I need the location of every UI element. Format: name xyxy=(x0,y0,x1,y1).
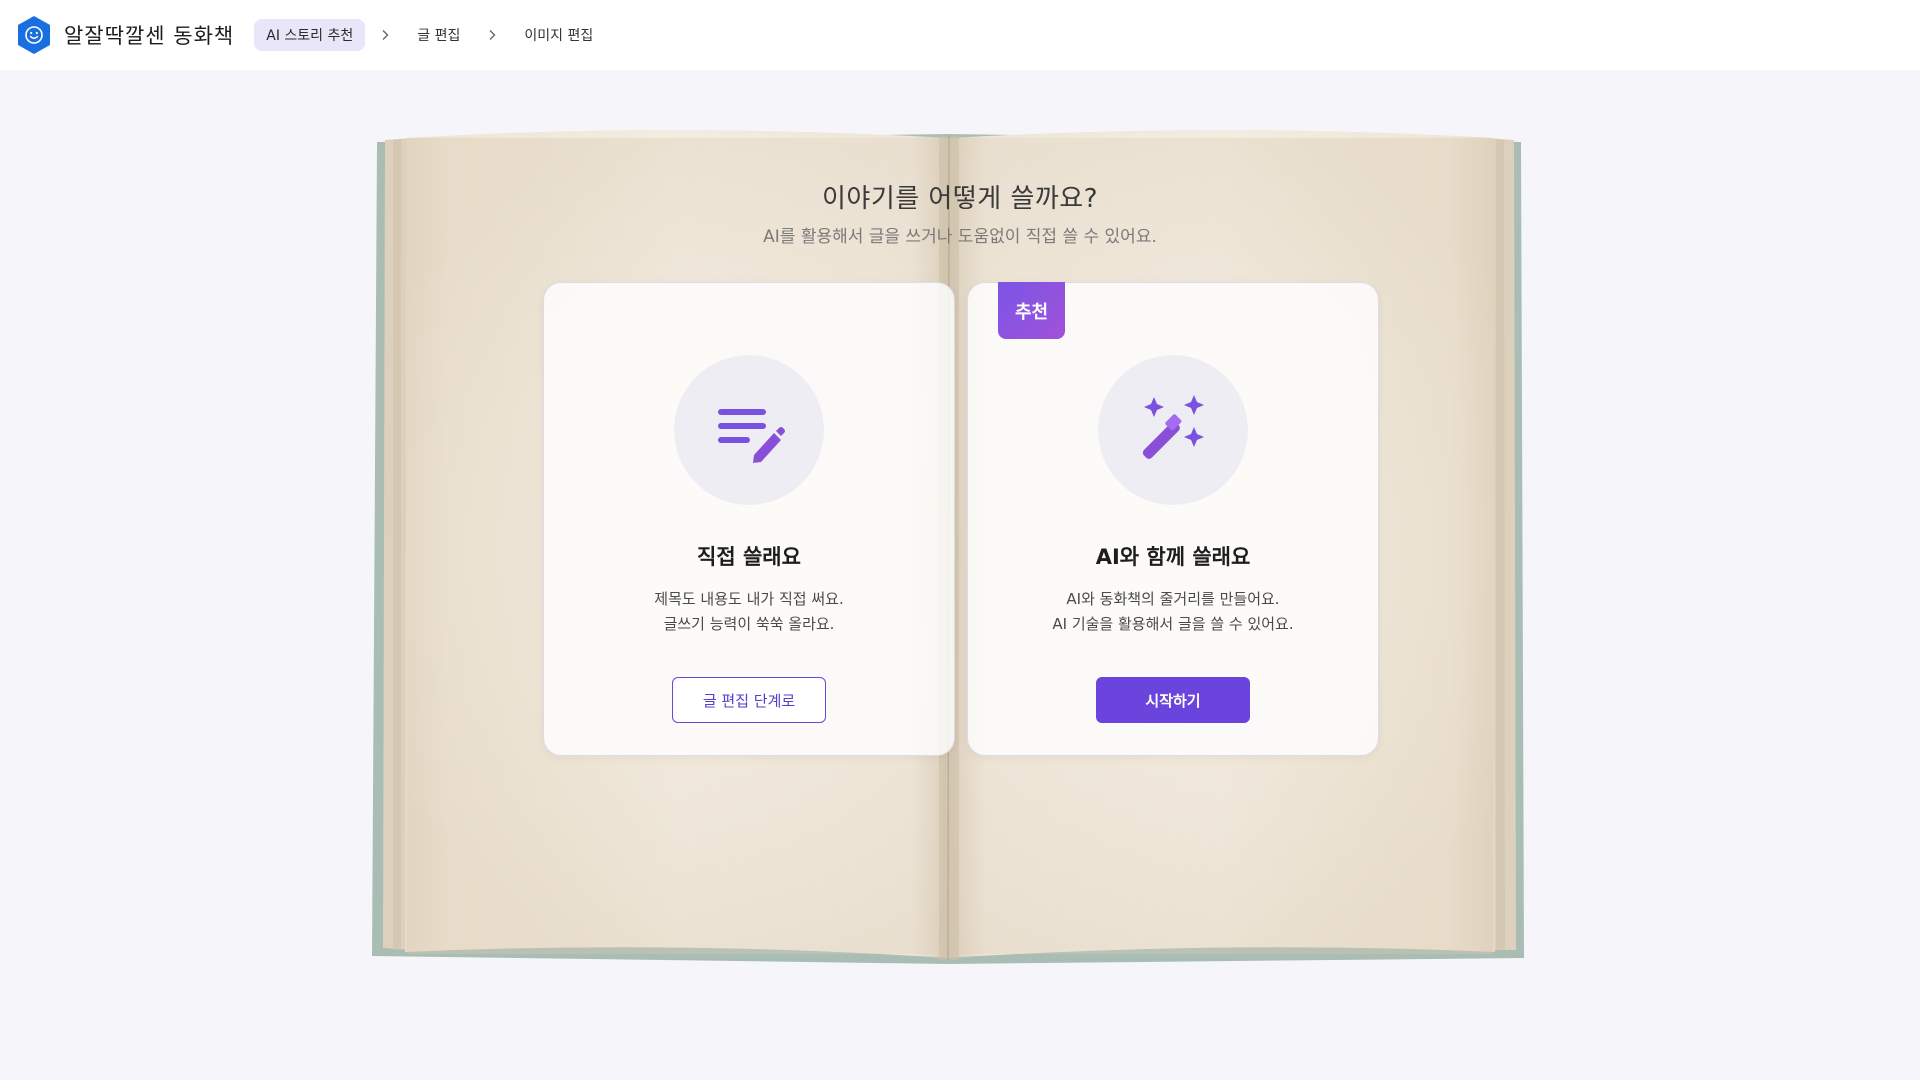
breadcrumb-step-ai-story[interactable]: AI 스토리 추천 xyxy=(254,19,366,51)
chevron-right-icon xyxy=(478,25,506,45)
manual-desc-line2: 글쓰기 능력이 쑥쑥 올라요. xyxy=(663,615,835,633)
manual-card-title: 직접 쓸래요 xyxy=(697,545,801,569)
ai-card-title: AI와 함께 쓸래요 xyxy=(1095,545,1251,569)
ai-write-card: 추천 AI와 함께 쓸래요 AI와 동화책의 줄거리를 만들어요. AI 기술을… xyxy=(967,282,1379,756)
go-to-text-edit-button[interactable]: 글 편집 단계로 xyxy=(672,677,826,723)
manual-desc-line1: 제목도 내용도 내가 직접 써요. xyxy=(654,590,844,608)
page-title: 이야기를 어떻게 쓸까요? xyxy=(821,184,1099,214)
page-subtitle: AI를 활용해서 글을 쓰거나 도움없이 직접 쓸 수 있어요. xyxy=(763,227,1157,247)
app-name: 알잘딱깔센 동화책 xyxy=(64,24,235,48)
manual-write-card: 직접 쓸래요 제목도 내용도 내가 직접 써요. 글쓰기 능력이 쑥쑥 올라요.… xyxy=(543,282,955,756)
breadcrumb-step-text-edit[interactable]: 글 편집 xyxy=(405,19,472,51)
recommended-badge: 추천 xyxy=(998,282,1065,339)
breadcrumb: AI 스토리 추천 글 편집 이미지 편집 xyxy=(254,19,605,51)
ai-card-description: AI와 동화책의 줄거리를 만들어요. AI 기술을 활용해서 글을 쓸 수 있… xyxy=(968,587,1378,637)
manual-card-description: 제목도 내용도 내가 직접 써요. 글쓰기 능력이 쑥쑥 올라요. xyxy=(544,587,954,637)
smiley-hexagon-icon xyxy=(18,16,50,54)
text-pencil-icon xyxy=(718,409,785,463)
icon-circle xyxy=(674,355,824,505)
breadcrumb-step-image-edit[interactable]: 이미지 편집 xyxy=(512,19,605,51)
app-logo[interactable]: 알잘딱깔센 동화책 xyxy=(16,15,234,55)
start-ai-button[interactable]: 시작하기 xyxy=(1096,677,1250,723)
magic-wand-icon xyxy=(1142,395,1204,459)
ai-desc-line1: AI와 동화책의 줄거리를 만들어요. xyxy=(1066,590,1280,608)
icon-circle xyxy=(1098,355,1248,505)
ai-desc-line2: AI 기술을 활용해서 글을 쓸 수 있어요. xyxy=(1052,615,1294,633)
chevron-right-icon xyxy=(371,25,399,45)
top-bar: 알잘딱깔센 동화책 AI 스토리 추천 글 편집 이미지 편집 xyxy=(0,0,1920,70)
